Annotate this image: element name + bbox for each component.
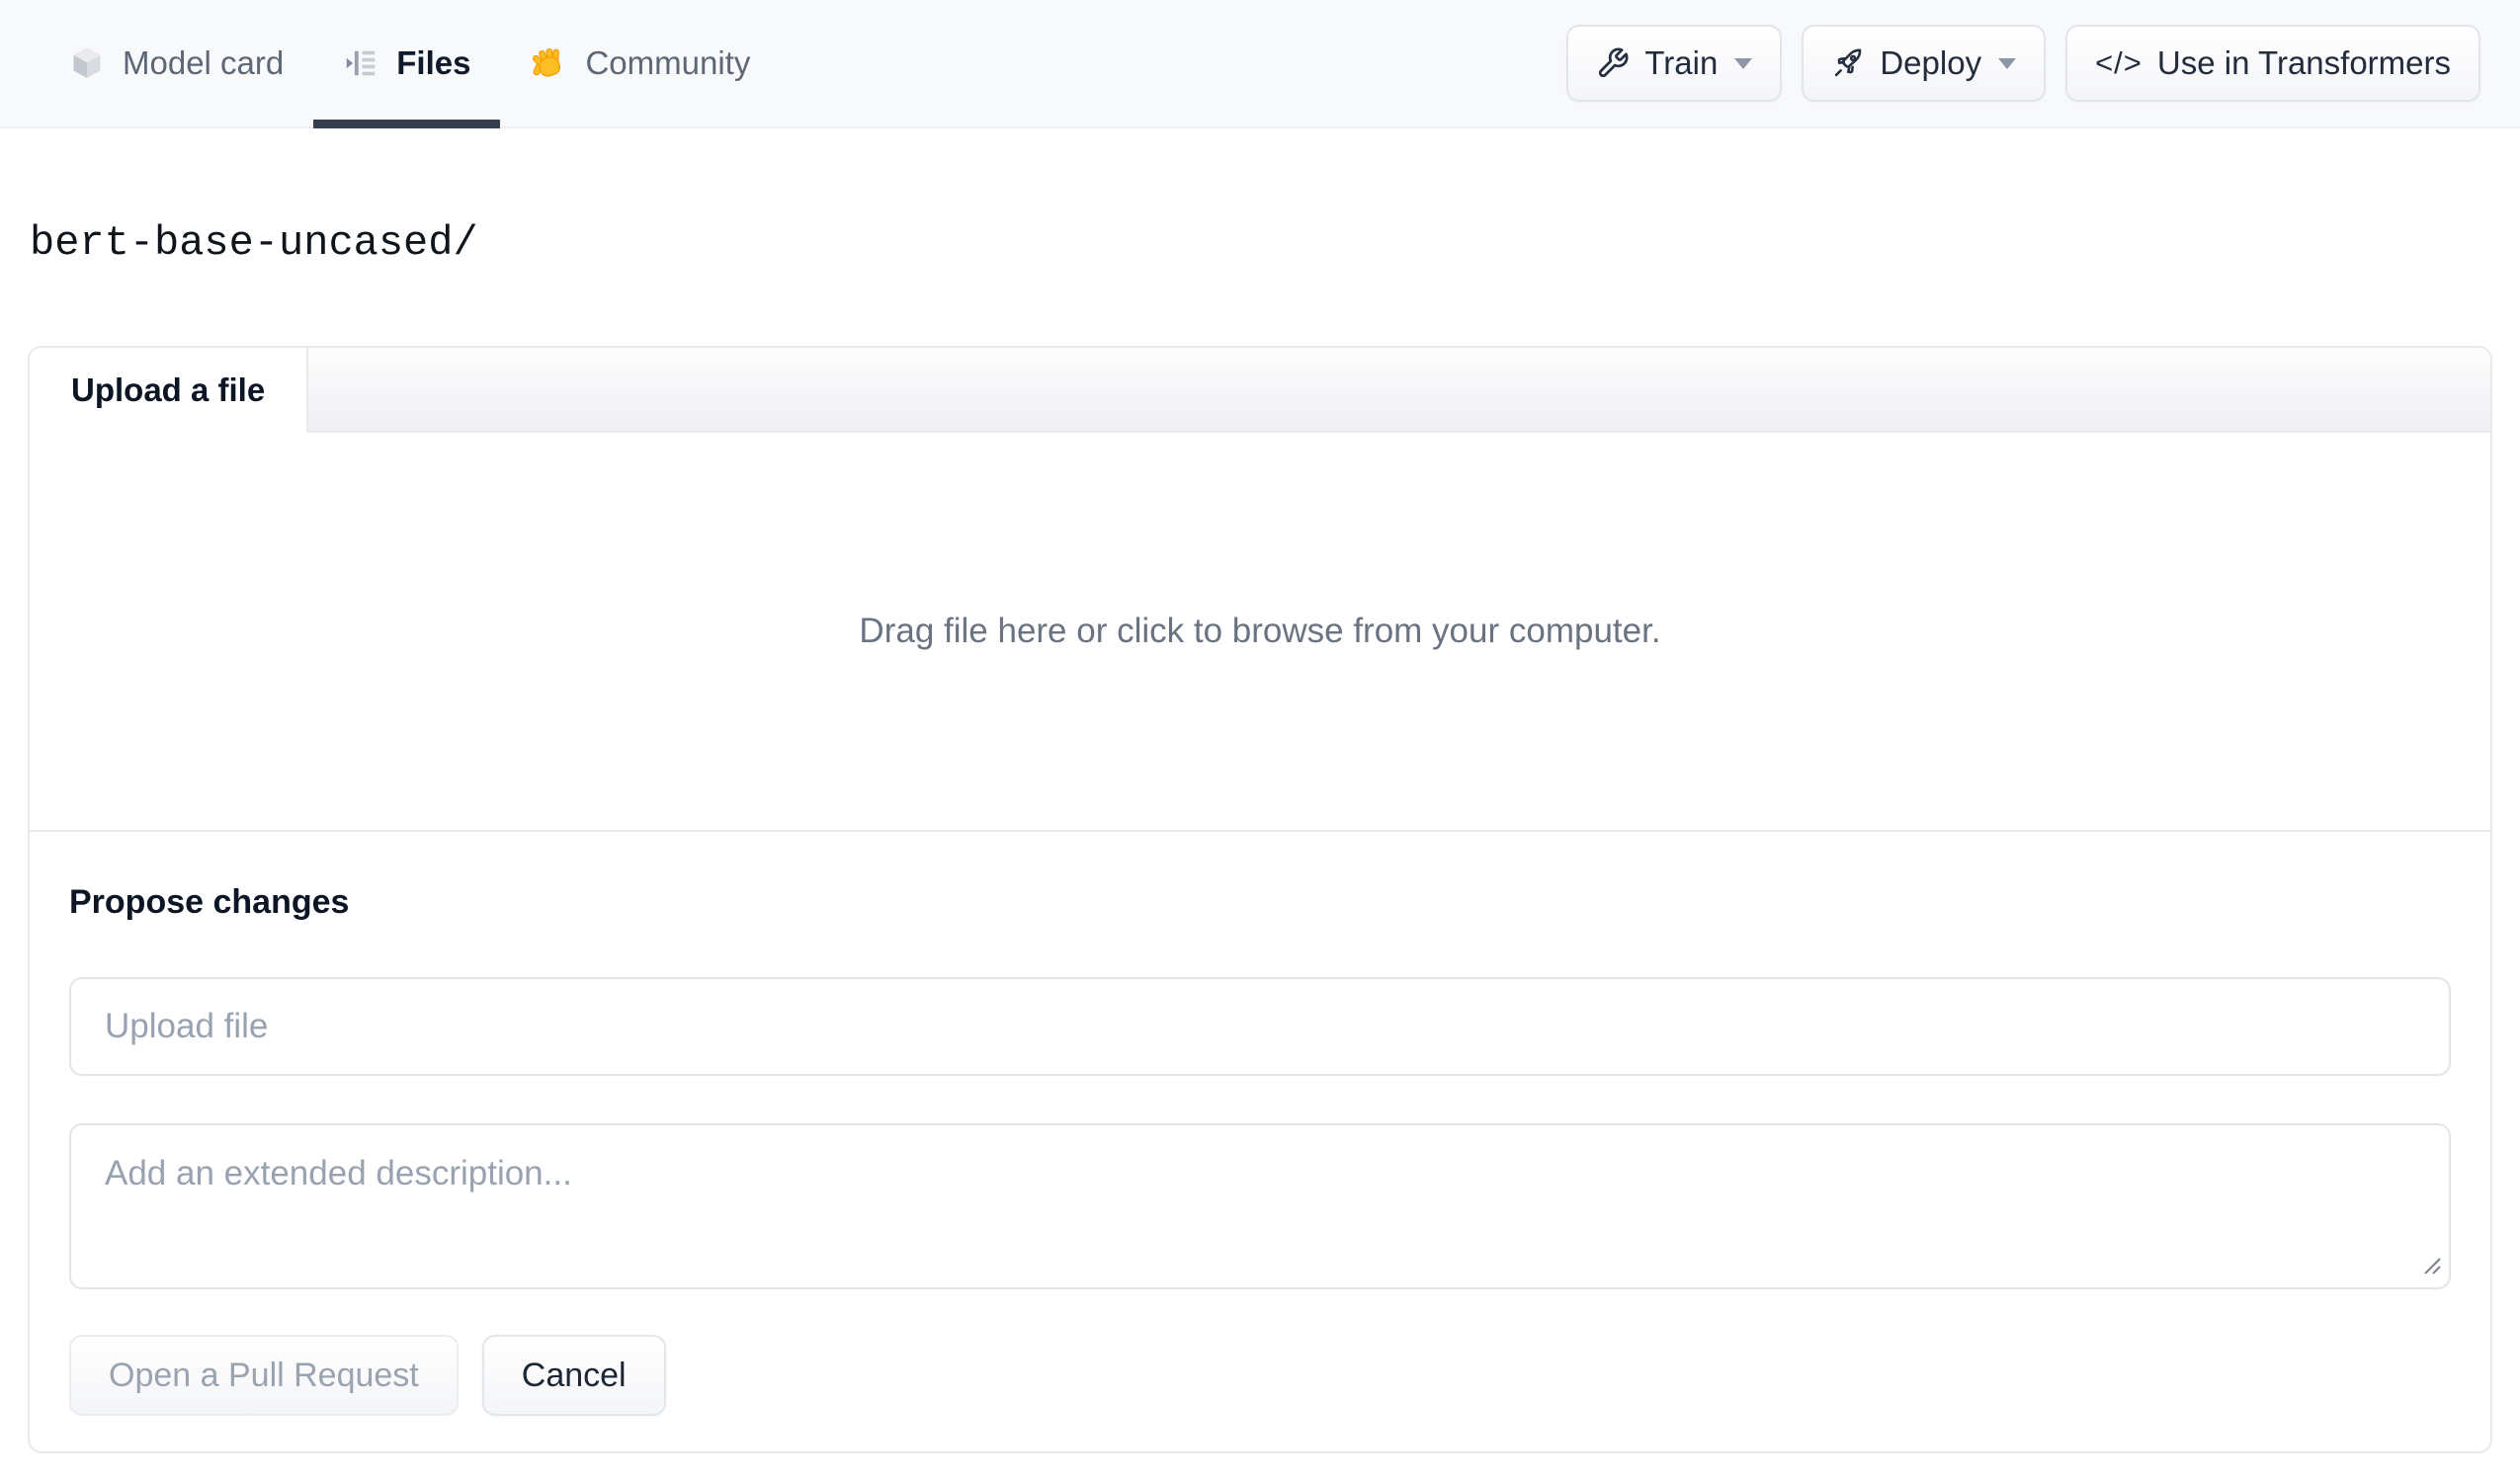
deploy-button-label: Deploy [1880, 44, 1982, 81]
caret-down-icon [1734, 57, 1753, 69]
active-tab-underline [313, 120, 501, 128]
resize-handle-icon[interactable] [2421, 1255, 2443, 1281]
tab-community[interactable]: Community [500, 0, 780, 126]
upload-file-input[interactable] [69, 977, 2451, 1076]
file-dropzone[interactable]: Drag file here or click to browse from y… [30, 433, 2490, 830]
upload-panel-tabbar: Upload a file [30, 348, 2490, 433]
tab-model-card[interactable]: Model card [40, 0, 313, 126]
train-button-label: Train [1644, 44, 1719, 81]
versions-icon [343, 45, 378, 81]
breadcrumb[interactable]: bert-base-uncased/ [30, 219, 478, 267]
main-content: bert-base-uncased/ Upload a file Drag fi… [0, 128, 2520, 1453]
tab-upload-a-file-label: Upload a file [71, 371, 266, 408]
use-in-transformers-label: Use in Transformers [2156, 44, 2451, 81]
cube-icon [69, 45, 105, 81]
open-pull-request-label: Open a Pull Request [109, 1356, 419, 1394]
use-in-transformers-button[interactable]: </> Use in Transformers [2065, 25, 2480, 102]
propose-actions: Open a Pull Request Cancel [69, 1335, 2451, 1416]
description-field-wrap [69, 1123, 2451, 1289]
upload-panel: Upload a file Drag file here or click to… [28, 346, 2492, 1453]
repo-header: Model card Files Community Train Deploy … [0, 0, 2520, 128]
repo-tabs: Model card Files Community [40, 0, 780, 128]
open-pull-request-button[interactable]: Open a Pull Request [69, 1335, 459, 1416]
tab-model-card-label: Model card [123, 44, 285, 81]
tab-community-label: Community [585, 44, 751, 81]
tab-files-label: Files [396, 44, 471, 81]
waving-hand-icon [530, 44, 567, 82]
cancel-button[interactable]: Cancel [481, 1335, 666, 1416]
deploy-button[interactable]: Deploy [1802, 25, 2047, 102]
code-icon: </> [2095, 45, 2142, 80]
propose-changes-heading: Propose changes [69, 883, 350, 921]
dropzone-text: Drag file here or click to browse from y… [859, 612, 1661, 650]
header-actions: Train Deploy </> Use in Transformers [1566, 0, 2480, 126]
train-button[interactable]: Train [1566, 25, 1783, 102]
extended-description-textarea[interactable] [69, 1123, 2451, 1289]
tab-upload-a-file[interactable]: Upload a file [30, 348, 309, 433]
propose-changes-section: Propose changes Open a Pull Request Canc… [30, 830, 2490, 1451]
tab-files[interactable]: Files [313, 0, 501, 128]
wrench-icon [1596, 46, 1630, 80]
caret-down-icon [1998, 57, 2017, 69]
rocket-icon [1831, 46, 1865, 80]
cancel-button-label: Cancel [521, 1356, 627, 1394]
